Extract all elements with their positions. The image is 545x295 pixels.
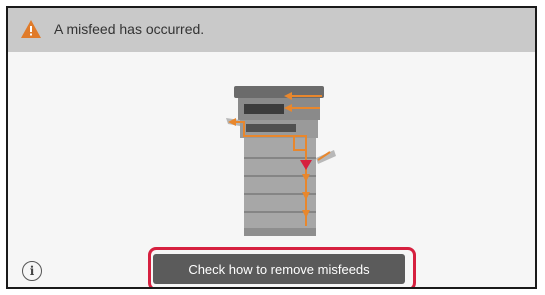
- alert-message: A misfeed has occurred.: [54, 21, 205, 37]
- misfeed-screen: A misfeed has occurred. i Check how to r…: [6, 6, 537, 289]
- info-button[interactable]: i: [22, 261, 42, 281]
- printer-misfeed-icon: [226, 86, 336, 236]
- warning-icon: [21, 20, 41, 38]
- check-misfeeds-button[interactable]: Check how to remove misfeeds: [153, 254, 405, 284]
- alert-bar: A misfeed has occurred.: [8, 8, 535, 52]
- info-icon: i: [29, 264, 35, 278]
